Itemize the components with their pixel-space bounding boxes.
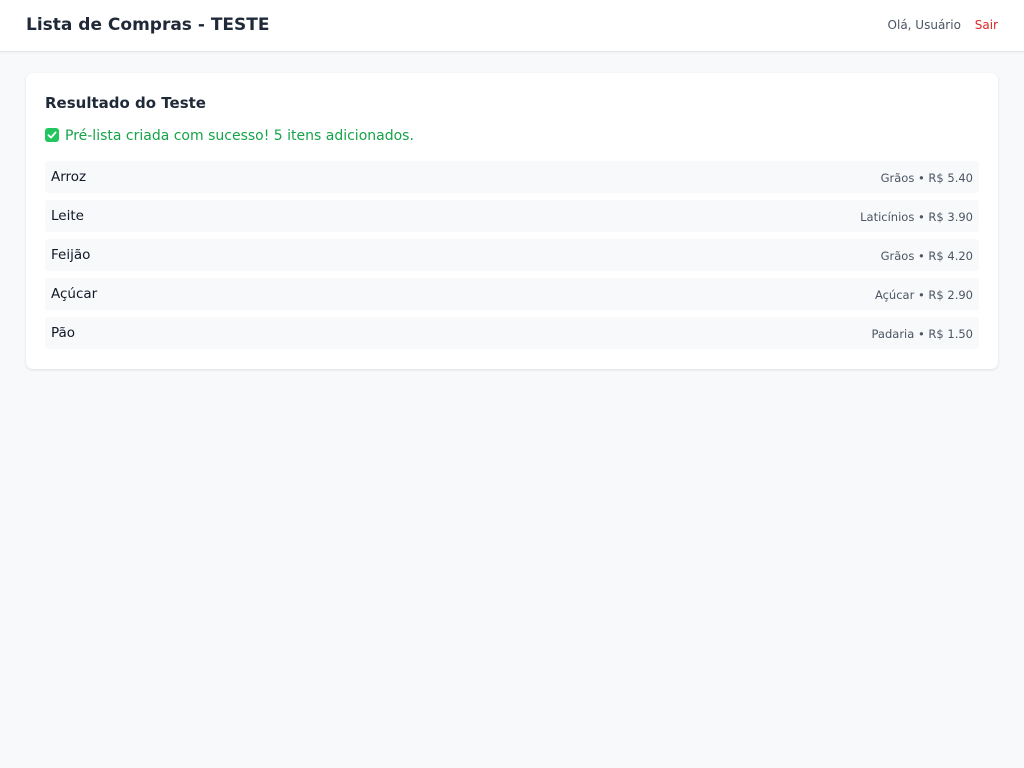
- item-category: Grãos: [880, 171, 915, 185]
- app-title: Lista de Compras - TESTE: [26, 15, 270, 35]
- item-price: R$ 5.40: [928, 171, 973, 185]
- list-item: Feijão Grãos • R$ 4.20: [45, 239, 979, 271]
- item-name: Leite: [51, 208, 84, 224]
- success-message: Pré-lista criada com sucesso! 5 itens ad…: [45, 128, 414, 144]
- item-category: Grãos: [880, 249, 915, 263]
- item-meta: Padaria • R$ 1.50: [871, 327, 973, 341]
- result-title: Resultado do Teste: [45, 94, 206, 112]
- item-name: Feijão: [51, 247, 91, 263]
- item-name: Arroz: [51, 169, 87, 185]
- list-item: Arroz Grãos • R$ 5.40: [45, 161, 979, 193]
- list-item: Leite Laticínios • R$ 3.90: [45, 200, 979, 232]
- item-category: Laticínios: [860, 210, 915, 224]
- item-meta: Açúcar • R$ 2.90: [874, 288, 973, 302]
- top-header: Lista de Compras - TESTE Olá, Usuário Sa…: [0, 0, 1024, 52]
- item-price: R$ 3.90: [928, 210, 973, 224]
- user-greeting: Olá, Usuário: [887, 18, 961, 32]
- item-category: Açúcar: [874, 288, 915, 302]
- item-meta: Laticínios • R$ 3.90: [860, 210, 973, 224]
- item-name: Pão: [51, 325, 76, 341]
- result-card: Resultado do Teste Pré-lista criada com …: [26, 73, 998, 369]
- item-price: R$ 1.50: [928, 327, 973, 341]
- list-item: Açúcar Açúcar • R$ 2.90: [45, 278, 979, 310]
- item-category: Padaria: [871, 327, 915, 341]
- success-message-text: Pré-lista criada com sucesso! 5 itens ad…: [65, 128, 414, 144]
- logout-link[interactable]: Sair: [975, 18, 998, 32]
- items-list: Arroz Grãos • R$ 5.40 Leite Laticínios •…: [45, 161, 979, 356]
- item-price: R$ 4.20: [928, 249, 973, 263]
- check-icon: [45, 128, 59, 142]
- item-name: Açúcar: [51, 286, 98, 302]
- list-item: Pão Padaria • R$ 1.50: [45, 317, 979, 349]
- user-area: Olá, Usuário Sair: [888, 18, 998, 32]
- item-meta: Grãos • R$ 4.20: [880, 249, 973, 263]
- item-price: R$ 2.90: [928, 288, 973, 302]
- item-meta: Grãos • R$ 5.40: [880, 171, 973, 185]
